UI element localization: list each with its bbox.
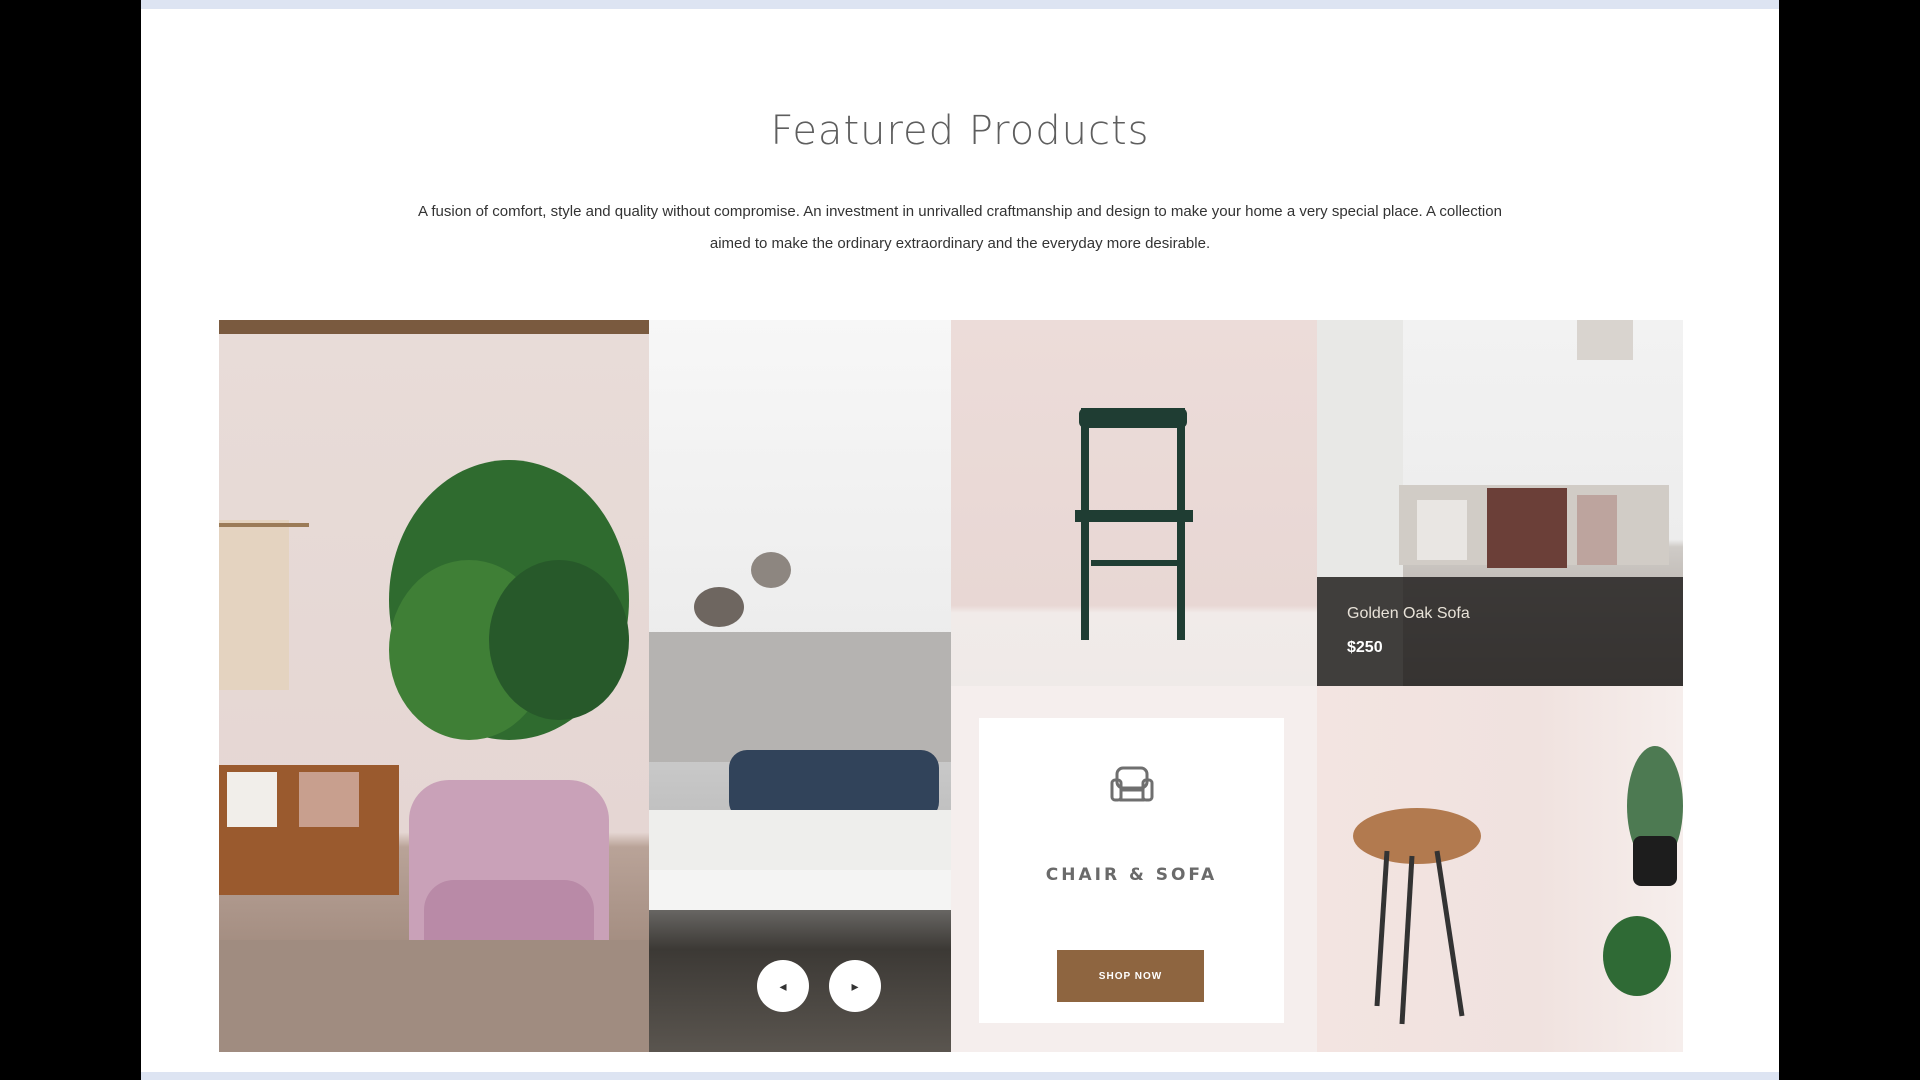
golden-oak-sofa-image[interactable]: Golden Oak Sofa $250 xyxy=(1317,320,1683,686)
slider-next-button[interactable]: ▸ xyxy=(829,960,881,1012)
product-overlay[interactable]: Golden Oak Sofa $250 xyxy=(1317,577,1683,686)
chair-illustration xyxy=(1075,408,1193,640)
living-room-illustration xyxy=(219,320,649,1052)
category-tile: CHAIR & SOFA SHOP NOW xyxy=(951,686,1317,1052)
product-name[interactable]: Golden Oak Sofa xyxy=(1347,605,1470,623)
stool-illustration xyxy=(1353,746,1683,1025)
page: Featured Products A fusion of comfort, s… xyxy=(141,0,1779,1080)
stool-image[interactable] xyxy=(1317,686,1683,1052)
armchair-icon xyxy=(1110,766,1154,802)
tufted-sofa-image[interactable]: ◂ ▸ xyxy=(649,320,951,1052)
chair-image[interactable] xyxy=(951,320,1317,686)
bottom-border xyxy=(141,1072,1779,1080)
slider-prev-button[interactable]: ◂ xyxy=(757,960,809,1012)
product-price: $250 xyxy=(1347,639,1383,656)
top-border xyxy=(141,0,1779,9)
shop-now-button[interactable]: SHOP NOW xyxy=(1057,950,1204,1002)
section-intro: A fusion of comfort, style and quality w… xyxy=(418,203,1502,252)
category-title: CHAIR & SOFA xyxy=(1045,865,1218,885)
tufted-sofa-illustration xyxy=(649,552,951,910)
living-room-image[interactable] xyxy=(219,320,649,1052)
category-card: CHAIR & SOFA SHOP NOW xyxy=(979,718,1284,1023)
section-title: Featured Products xyxy=(770,108,1150,154)
